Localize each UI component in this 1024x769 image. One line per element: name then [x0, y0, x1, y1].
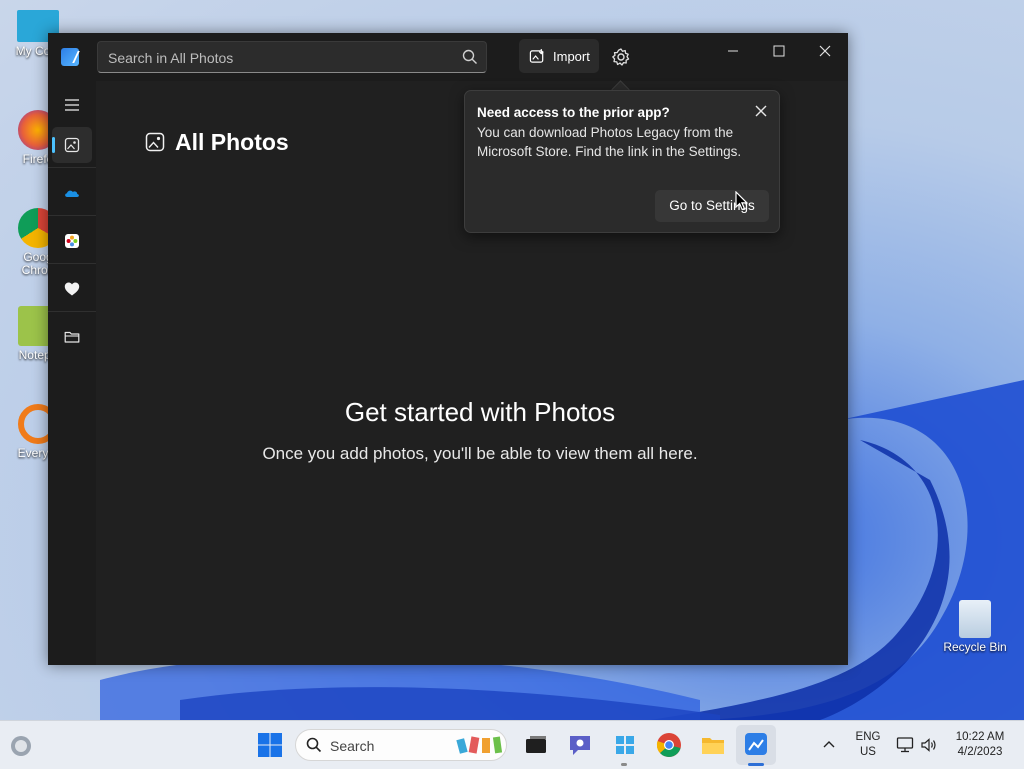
go-to-settings-button[interactable]: Go to Settings [655, 190, 769, 222]
close-icon[interactable] [753, 103, 769, 119]
search-icon [306, 737, 322, 753]
file-explorer-icon[interactable] [699, 731, 727, 759]
heart-icon [64, 282, 80, 296]
nav-divider [48, 167, 96, 168]
running-app-indicator [621, 763, 627, 766]
photo-icon [145, 132, 165, 152]
nav-item-icloud[interactable] [52, 223, 92, 259]
photos-app-icon [745, 733, 767, 755]
active-app-indicator [748, 763, 764, 766]
network-icon[interactable] [896, 736, 914, 754]
volume-icon[interactable] [920, 736, 938, 754]
chrome-icon[interactable] [655, 731, 683, 759]
search-highlight-icon [456, 736, 503, 754]
empty-state-subtitle: Once you add photos, you'll be able to v… [262, 444, 698, 463]
page-title: All Photos [175, 129, 289, 155]
language-code: ENG [855, 731, 881, 743]
nav-divider [48, 263, 96, 264]
desktop-icon-recycle-bin[interactable]: Recycle Bin [943, 600, 1007, 654]
photos-window: Import [48, 33, 848, 665]
recycle-bin-icon [959, 600, 991, 638]
gear-icon[interactable] [611, 47, 631, 67]
taskbar-search-label: Search [330, 738, 375, 754]
photos-app-icon [61, 48, 79, 66]
nav-menu-button[interactable] [52, 87, 92, 123]
mouse-cursor-icon [735, 191, 749, 211]
nav-item-folders[interactable] [52, 319, 92, 355]
nav-item-all-photos[interactable] [52, 127, 92, 163]
desktop-icon-label: Recycle Bin [943, 640, 1007, 654]
taskbar-item-photos-active[interactable] [736, 725, 776, 765]
clock-date: 4/2/2023 [957, 746, 1003, 758]
navigation-rail [48, 81, 96, 665]
empty-state-title: Get started with Photos [344, 397, 616, 427]
system-clock[interactable]: 10:22 AM 4/2/2023 [946, 730, 1014, 760]
import-button[interactable]: Import [519, 39, 599, 73]
taskbar: Search ENG US 10:22 AM 4/2/2023 [0, 720, 1024, 769]
teaching-tip-title: Need access to the prior app? [477, 105, 670, 120]
minimize-icon[interactable] [718, 41, 748, 61]
icloud-photos-icon [65, 234, 79, 248]
onedrive-cloud-icon [65, 190, 79, 197]
chat-icon[interactable] [566, 731, 594, 759]
nav-divider [48, 215, 96, 216]
chevron-up-icon[interactable] [822, 739, 836, 749]
nav-item-onedrive[interactable] [52, 175, 92, 211]
maximize-icon[interactable] [764, 41, 794, 61]
region-code: US [860, 746, 876, 758]
clock-time: 10:22 AM [955, 731, 1005, 743]
close-icon[interactable] [810, 41, 840, 61]
teaching-tip-body: You can download Photos Legacy from the … [477, 125, 742, 159]
search-input[interactable] [106, 42, 450, 74]
import-label: Import [553, 49, 590, 64]
photo-icon [64, 137, 80, 153]
input-language-indicator[interactable]: ENG US [852, 730, 884, 760]
nav-item-favorites[interactable] [52, 271, 92, 307]
title-bar[interactable]: Import [48, 33, 848, 81]
nav-divider [48, 311, 96, 312]
taskbar-search-box[interactable]: Search [295, 729, 507, 761]
import-icon [529, 48, 544, 63]
search-icon[interactable] [462, 49, 478, 65]
windows-store-icon[interactable] [611, 731, 639, 759]
task-view-icon[interactable] [522, 731, 550, 759]
hamburger-icon [65, 99, 79, 111]
search-box[interactable] [97, 41, 487, 74]
folder-icon [64, 331, 80, 343]
teaching-tip: Need access to the prior app? You can do… [464, 90, 780, 233]
start-windows-icon[interactable] [256, 731, 284, 759]
widgets-weather-icon[interactable] [8, 733, 34, 759]
